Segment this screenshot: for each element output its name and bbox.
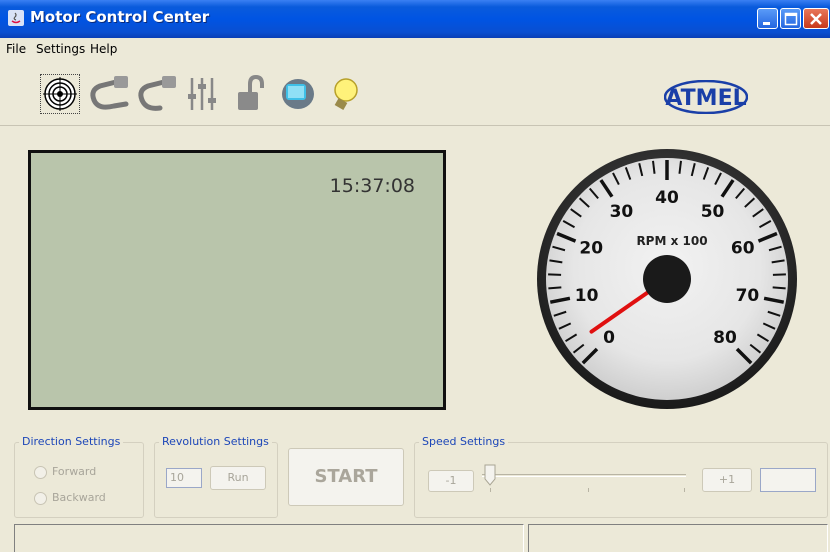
usb-disconnect-button[interactable] xyxy=(136,74,176,114)
gauge-scale-label: 40 xyxy=(655,188,679,208)
rpm-unit-label: RPM x 100 xyxy=(636,234,707,248)
status-cell-left xyxy=(14,524,524,552)
direction-settings-panel: Direction Settings xyxy=(14,435,144,518)
revolution-settings-title: Revolution Settings xyxy=(159,435,272,448)
gauge-minor-tick xyxy=(548,286,562,290)
slider-tick xyxy=(490,488,491,492)
backward-radio[interactable] xyxy=(34,492,47,505)
gauge-scale-label: 70 xyxy=(736,286,760,306)
close-button[interactable] xyxy=(803,8,829,29)
speed-slider-track[interactable] xyxy=(482,474,686,477)
start-button[interactable]: START xyxy=(288,448,404,506)
window-title: Motor Control Center xyxy=(30,8,210,26)
gauge-minor-tick xyxy=(772,273,786,276)
gauge-scale-label: 30 xyxy=(610,202,634,222)
maximize-icon xyxy=(784,12,798,26)
gauge-minor-tick xyxy=(772,286,786,290)
slider-tick xyxy=(588,488,589,492)
sliders-button[interactable] xyxy=(184,74,224,114)
gauge-scale-label: 20 xyxy=(579,239,603,259)
target-icon xyxy=(43,77,77,111)
sliders-icon xyxy=(188,78,216,110)
minimize-icon xyxy=(763,22,770,25)
speed-decrease-button[interactable]: -1 xyxy=(428,470,474,492)
menu-bar: File Settings Help xyxy=(0,38,830,60)
usb-disconnect-icon xyxy=(138,76,176,111)
lightbulb-button[interactable] xyxy=(326,74,366,114)
status-bar xyxy=(0,520,830,552)
title-bar[interactable]: Motor Control Center xyxy=(0,0,830,38)
usb-connect-icon xyxy=(90,76,129,110)
monitor-button[interactable] xyxy=(278,74,318,114)
status-cell-right xyxy=(528,524,828,552)
gauge-scale-label: 10 xyxy=(575,286,599,306)
close-icon xyxy=(810,13,822,25)
gauge-scale-label: 80 xyxy=(713,328,737,348)
usb-connect-button[interactable] xyxy=(88,74,129,114)
rpm-gauge: 0 10 20 30 40 50 60 70 80 RPM x 100 xyxy=(537,149,797,409)
toolbar: ATMEL xyxy=(0,60,830,126)
gauge-scale-label: 60 xyxy=(731,239,755,259)
minimize-button[interactable] xyxy=(757,8,778,29)
clock-display: 15:37:08 xyxy=(329,175,415,197)
java-icon xyxy=(8,10,24,26)
monitor-icon xyxy=(282,79,314,109)
lightbulb-icon xyxy=(334,78,358,110)
atmel-logo-text: ATMEL xyxy=(665,86,746,111)
forward-label: Forward xyxy=(52,465,97,478)
speed-settings-title: Speed Settings xyxy=(419,435,509,448)
main-area: 15:37:08 0 10 20 30 40 50 60 70 80 RPM x 100 xyxy=(0,126,830,430)
revolution-input[interactable]: 10 xyxy=(166,468,202,488)
direction-settings-title: Direction Settings xyxy=(19,435,124,448)
speed-slider-thumb[interactable] xyxy=(484,464,496,486)
atmel-logo: ATMEL xyxy=(664,80,748,114)
run-button[interactable]: Run xyxy=(210,466,266,490)
menu-help[interactable]: Help xyxy=(90,42,117,56)
gauge-hub xyxy=(643,255,691,303)
menu-file[interactable]: File xyxy=(6,42,26,56)
forward-radio[interactable] xyxy=(34,466,47,479)
unlock-button[interactable] xyxy=(232,74,272,114)
maximize-button[interactable] xyxy=(780,8,801,29)
speed-value-field[interactable] xyxy=(760,468,816,492)
gauge-scale-label: 50 xyxy=(701,202,725,222)
gauge-scale-label: 0 xyxy=(603,328,615,348)
unlock-icon xyxy=(238,74,264,110)
lcd-display: 15:37:08 xyxy=(28,150,446,410)
menu-settings[interactable]: Settings xyxy=(36,42,85,56)
backward-label: Backward xyxy=(52,491,106,504)
target-button[interactable] xyxy=(40,74,80,114)
slider-tick xyxy=(684,488,685,492)
speed-increase-button[interactable]: +1 xyxy=(702,468,752,492)
gauge-minor-tick xyxy=(548,273,562,276)
